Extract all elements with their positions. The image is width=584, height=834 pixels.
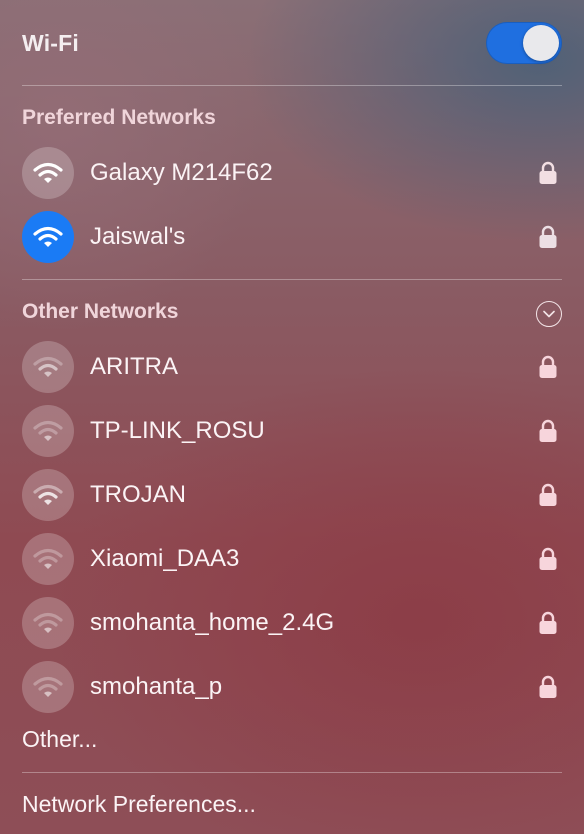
divider (22, 772, 562, 773)
lock-icon (539, 419, 557, 442)
network-item-xiaomi-daa3[interactable]: Xiaomi_DAA3 (22, 532, 562, 586)
network-name: Jaiswal's (90, 223, 186, 250)
wifi-icon (22, 405, 74, 457)
chevron-circle-icon[interactable] (536, 301, 562, 327)
wifi-menu: Wi-Fi Preferred Networks Galaxy M214F62 (0, 0, 584, 834)
network-name: Galaxy M214F62 (90, 159, 273, 186)
network-name: smohanta_home_2.4G (90, 609, 335, 636)
wifi-title: Wi-Fi (22, 29, 79, 56)
lock-icon (539, 675, 557, 698)
network-item-smohanta-p[interactable]: smohanta_p (22, 660, 562, 714)
preferred-networks-label: Preferred Networks (22, 106, 216, 129)
network-preferences-item[interactable]: Network Preferences... (22, 791, 256, 818)
network-item-jaiswals[interactable]: Jaiswal's (22, 210, 562, 264)
lock-icon (539, 161, 557, 184)
wifi-icon (22, 211, 74, 263)
network-item-smohanta-home[interactable]: smohanta_home_2.4G (22, 596, 562, 650)
divider (22, 85, 562, 86)
wifi-icon (22, 341, 74, 393)
wifi-icon (22, 533, 74, 585)
network-name: Xiaomi_DAA3 (90, 545, 240, 572)
lock-icon (539, 611, 557, 634)
wifi-header: Wi-Fi (22, 18, 562, 68)
wifi-icon (22, 469, 74, 521)
toggle-knob (523, 25, 559, 61)
other-network-item[interactable]: Other... (22, 726, 97, 753)
lock-icon (539, 547, 557, 570)
lock-icon (539, 483, 557, 506)
lock-icon (539, 225, 557, 248)
network-item-trojan[interactable]: TROJAN (22, 468, 562, 522)
wifi-icon (22, 661, 74, 713)
lock-icon (539, 355, 557, 378)
network-item-tp-link-rosu[interactable]: TP-LINK_ROSU (22, 404, 562, 458)
network-name: smohanta_p (90, 673, 223, 700)
wifi-toggle[interactable] (486, 22, 562, 64)
network-name: ARITRA (90, 353, 179, 380)
network-item-galaxy[interactable]: Galaxy M214F62 (22, 146, 562, 200)
wifi-icon (22, 147, 74, 199)
network-name: TP-LINK_ROSU (90, 417, 265, 444)
divider (22, 279, 562, 280)
other-networks-label: Other Networks (22, 300, 179, 323)
network-item-aritra[interactable]: ARITRA (22, 340, 562, 394)
wifi-icon (22, 597, 74, 649)
network-name: TROJAN (90, 481, 186, 508)
